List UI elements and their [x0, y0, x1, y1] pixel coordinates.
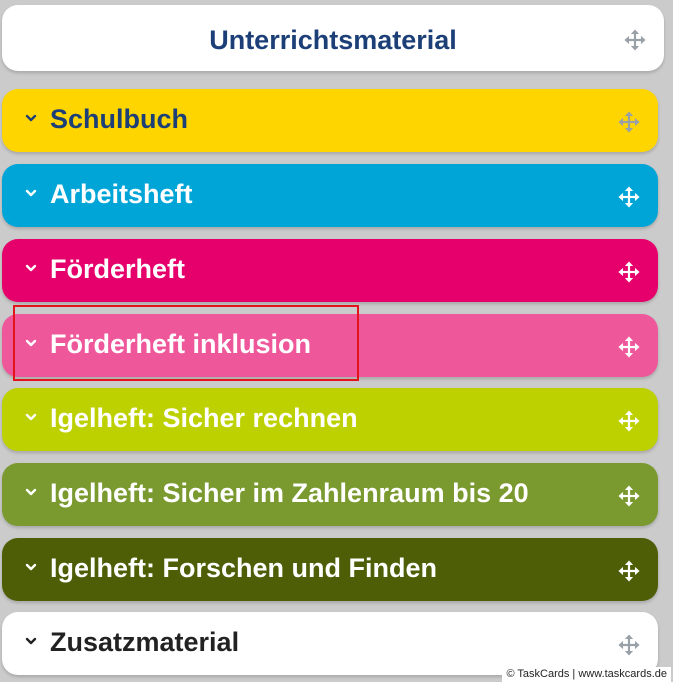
board-title-card: Unterrichtsmaterial	[2, 5, 664, 71]
section-label: Arbeitsheft	[50, 179, 193, 209]
move-arrows-icon[interactable]	[618, 336, 640, 358]
move-arrows-icon[interactable]	[618, 410, 640, 432]
move-arrows-icon[interactable]	[618, 111, 640, 133]
section-igelheft-sicher-rechnen[interactable]: Igelheft: Sicher rechnen	[2, 388, 658, 451]
section-label: Förderheft	[50, 254, 185, 284]
section-label: Schulbuch	[50, 104, 189, 134]
move-arrows-icon[interactable]	[618, 485, 640, 507]
move-arrows-icon[interactable]	[618, 186, 640, 208]
chevron-down-icon[interactable]	[24, 485, 38, 499]
section-label: Igelheft: Sicher im Zahlenraum bis 20	[50, 478, 529, 508]
chevron-down-icon[interactable]	[24, 111, 38, 125]
move-arrows-icon[interactable]	[618, 261, 640, 283]
chevron-down-icon[interactable]	[24, 560, 38, 574]
chevron-down-icon[interactable]	[24, 410, 38, 424]
section-zusatzmaterial[interactable]: Zusatzmaterial	[2, 612, 658, 675]
board-title: Unterrichtsmaterial	[209, 25, 457, 55]
section-igelheft-forschen-finden[interactable]: Igelheft: Forschen und Finden	[2, 538, 658, 601]
section-label: Igelheft: Forschen und Finden	[50, 553, 437, 583]
chevron-down-icon[interactable]	[24, 336, 38, 350]
section-arbeitsheft[interactable]: Arbeitsheft	[2, 164, 658, 227]
move-arrows-icon[interactable]	[618, 560, 640, 582]
section-foerderheft[interactable]: Förderheft	[2, 239, 658, 302]
chevron-down-icon[interactable]	[24, 261, 38, 275]
move-arrows-icon[interactable]	[624, 29, 646, 51]
move-arrows-icon[interactable]	[618, 634, 640, 656]
section-igelheft-zahlenraum-20[interactable]: Igelheft: Sicher im Zahlenraum bis 20	[2, 463, 658, 526]
section-label: Igelheft: Sicher rechnen	[50, 403, 358, 433]
footer-credit: © TaskCards | www.taskcards.de	[502, 667, 671, 682]
section-label: Zusatzmaterial	[50, 627, 240, 657]
section-label: Förderheft inklusion	[50, 329, 312, 359]
section-foerderheft-inklusion[interactable]: Förderheft inklusion	[2, 314, 658, 377]
chevron-down-icon[interactable]	[24, 634, 38, 648]
section-schulbuch[interactable]: Schulbuch	[2, 89, 658, 152]
chevron-down-icon[interactable]	[24, 186, 38, 200]
